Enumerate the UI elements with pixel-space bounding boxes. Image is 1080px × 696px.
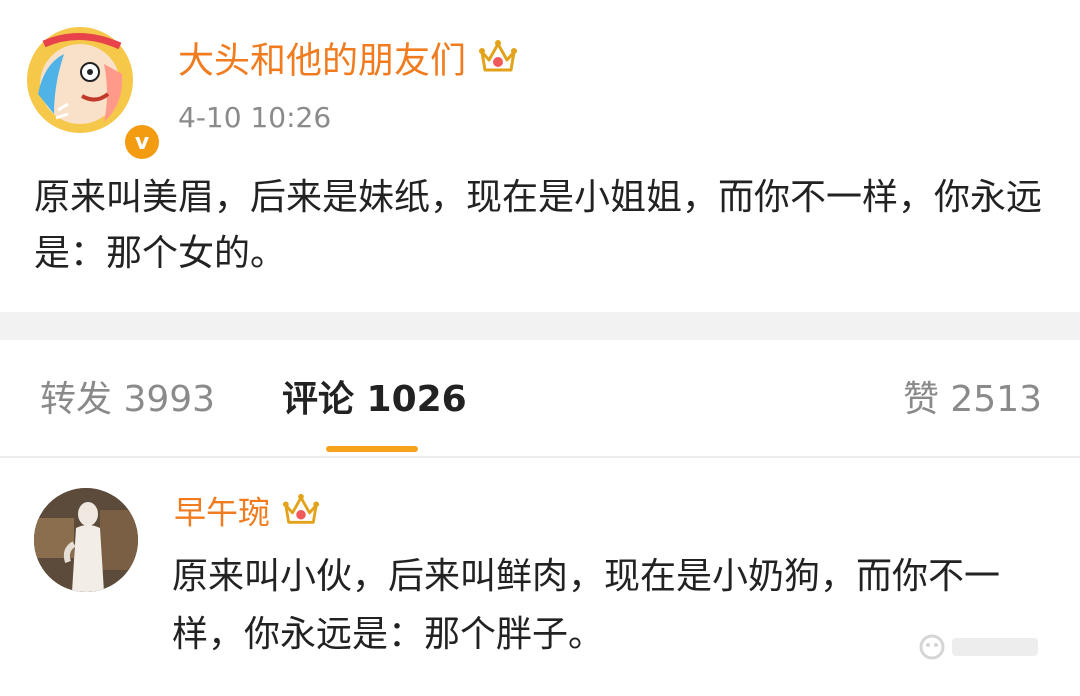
vip-crown-icon — [282, 492, 320, 537]
cartoon-avatar-icon — [25, 25, 135, 135]
commenter-name[interactable]: 早午琬 — [174, 492, 320, 537]
post-tabs: 转发 3993 评论 1026 赞 2513 — [0, 340, 1080, 458]
poster-avatar[interactable]: v — [24, 24, 162, 162]
vip-crown-icon — [478, 38, 518, 87]
commenter-name-label: 早午琬 — [174, 493, 271, 532]
post-timestamp: 4-10 10:26 — [178, 101, 332, 134]
weibo-post: v 大头和他的朋友们 4-10 10:26 原来叫美眉，后来是妹纸，现在是小姐姐… — [0, 0, 1080, 312]
poster-name-label: 大头和他的朋友们 — [178, 40, 467, 82]
section-divider — [0, 312, 1080, 340]
tab-comment[interactable]: 评论 1026 — [282, 378, 467, 422]
active-tab-indicator — [326, 446, 418, 452]
commenter-avatar[interactable] — [34, 488, 138, 592]
post-body-text: 原来叫美眉，后来是妹纸，现在是小姐姐，而你不一样，你永远是：那个女的。 — [34, 177, 1043, 274]
statue-avatar-icon — [34, 488, 138, 592]
poster-name[interactable]: 大头和他的朋友们 — [178, 38, 518, 87]
verified-badge-icon: v — [122, 122, 162, 162]
tab-repost[interactable]: 转发 3993 — [40, 378, 215, 422]
watermark-logo — [916, 628, 1044, 666]
tab-like[interactable]: 赞 2513 — [903, 378, 1042, 422]
